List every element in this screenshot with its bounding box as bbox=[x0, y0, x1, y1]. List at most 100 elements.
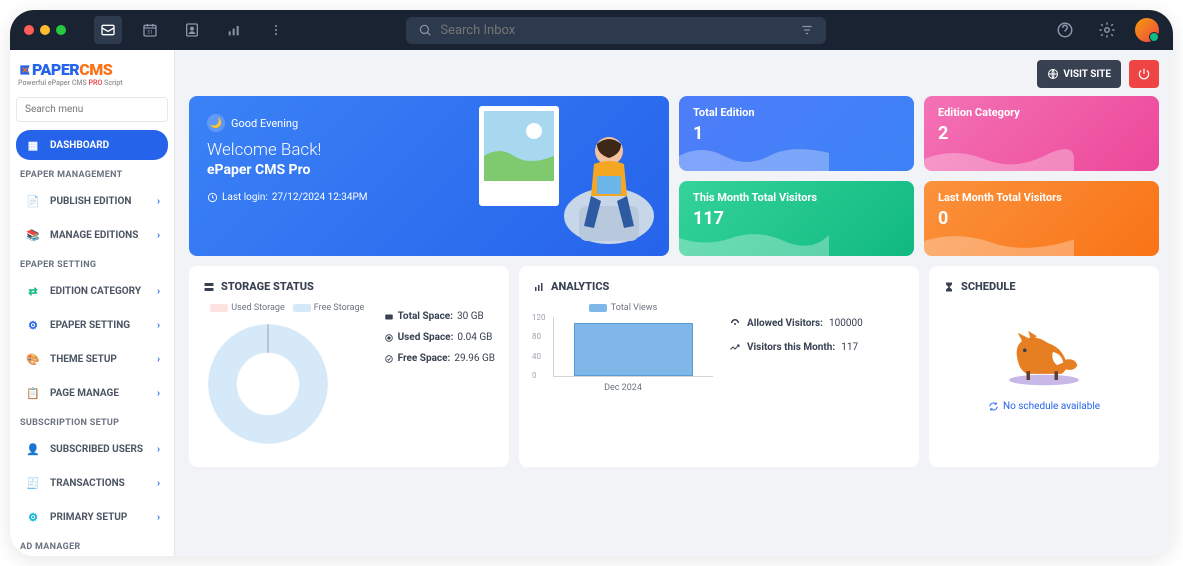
stat-label: This Month Total Visitors bbox=[693, 191, 900, 204]
nav-publish-edition[interactable]: 📄PUBLISH EDITION› bbox=[16, 186, 168, 216]
gauge-icon bbox=[729, 317, 741, 329]
target-icon bbox=[384, 333, 394, 343]
nav-subscribed-users[interactable]: 👤SUBSCRIBED USERS› bbox=[16, 434, 168, 464]
nav-page-manage[interactable]: 📋PAGE MANAGE› bbox=[16, 378, 168, 408]
chevron-right-icon: › bbox=[157, 354, 160, 365]
minimize-window-button[interactable] bbox=[40, 25, 50, 35]
sidebar: PAPERCMS Powerful ePaper CMS PRO Script … bbox=[10, 50, 175, 556]
contact-icon[interactable] bbox=[178, 16, 206, 44]
nav-dashboard[interactable]: ▦ DASHBOARD bbox=[16, 130, 168, 160]
nav-edition-category[interactable]: ⇄ EDITION CATEGORY › bbox=[16, 276, 168, 306]
storage-stats: Total Space: 30 GB Used Space: 0.04 GB F… bbox=[384, 303, 495, 453]
bar bbox=[574, 323, 693, 376]
check-icon bbox=[384, 354, 394, 364]
nav-header-epaper-setting: EPAPER SETTING bbox=[10, 252, 174, 274]
nav-label: SUBSCRIBED USERS bbox=[50, 444, 143, 455]
clock-icon bbox=[207, 192, 218, 203]
free-space: Free Space: 29.96 GB bbox=[384, 353, 495, 364]
nav-label: MANAGE EDITIONS bbox=[50, 230, 138, 241]
chevron-right-icon: › bbox=[157, 388, 160, 399]
help-icon[interactable] bbox=[1051, 16, 1079, 44]
user-avatar[interactable] bbox=[1135, 18, 1159, 42]
panel-title: ANALYTICS bbox=[533, 280, 905, 293]
maximize-window-button[interactable] bbox=[56, 25, 66, 35]
donut-wrap: Used Storage Free Storage bbox=[203, 303, 372, 453]
moon-icon: 🌙 bbox=[207, 114, 225, 132]
visit-site-button[interactable]: VISIT SITE bbox=[1037, 60, 1121, 88]
chevron-right-icon: › bbox=[157, 286, 160, 297]
transactions-icon: 🧾 bbox=[24, 474, 42, 492]
chevron-right-icon: › bbox=[157, 230, 160, 241]
chart-legend: Total Views bbox=[533, 303, 713, 313]
storage-body: Used Storage Free Storage Total Space: 3… bbox=[203, 303, 495, 453]
analytics-panel: ANALYTICS Total Views 12080400 Dec 2024 … bbox=[519, 266, 919, 467]
stats-grid: 🌙Good Evening Welcome Back! ePaper CMS P… bbox=[189, 96, 1159, 256]
nav-epaper-setting[interactable]: ⚙EPAPER SETTING› bbox=[16, 310, 168, 340]
settings-icon[interactable] bbox=[1093, 16, 1121, 44]
no-schedule-text: No schedule available bbox=[943, 401, 1145, 412]
more-icon[interactable] bbox=[262, 16, 290, 44]
panels-grid: STORAGE STATUS Used Storage Free Storage bbox=[189, 266, 1159, 467]
nav-primary-setup[interactable]: ⚙ PRIMARY SETUP › bbox=[16, 502, 168, 532]
welcome-card: 🌙Good Evening Welcome Back! ePaper CMS P… bbox=[189, 96, 669, 256]
stat-total-edition: Total Edition 1 bbox=[679, 96, 914, 171]
page-icon: 📋 bbox=[24, 384, 42, 402]
stat-label: Edition Category bbox=[938, 106, 1145, 119]
search-input[interactable] bbox=[440, 23, 792, 38]
main-content: VISIT SITE 🌙Good Evening Welcome Back! e… bbox=[175, 50, 1173, 556]
power-button[interactable] bbox=[1129, 60, 1159, 88]
total-space: Total Space: 30 GB bbox=[384, 311, 495, 322]
manage-icon: 📚 bbox=[24, 226, 42, 244]
inbox-icon[interactable] bbox=[94, 16, 122, 44]
setup-icon: ⚙ bbox=[24, 508, 42, 526]
browser-window: 31 PAPERCMS Powerful ePaper CMS PRO Scri… bbox=[10, 10, 1173, 556]
legend-free: Free Storage bbox=[293, 303, 365, 313]
nav-header-epaper-mgmt: EPAPER MANAGEMENT bbox=[10, 162, 174, 184]
nav-label: TRANSACTIONS bbox=[50, 478, 125, 489]
logo-subtitle: Powerful ePaper CMS PRO Script bbox=[18, 79, 166, 87]
panel-title: SCHEDULE bbox=[943, 280, 1145, 293]
hourglass-icon bbox=[943, 281, 955, 293]
logo-text: PAPERCMS bbox=[18, 60, 166, 79]
refresh-icon bbox=[988, 401, 999, 412]
nav-label: EDITION CATEGORY bbox=[50, 286, 141, 297]
stat-label: Last Month Total Visitors bbox=[938, 191, 1145, 204]
os-topbar: 31 bbox=[10, 10, 1173, 50]
nav-manage-editions[interactable]: 📚 MANAGE EDITIONS › bbox=[16, 220, 168, 250]
chevron-right-icon: › bbox=[157, 512, 160, 523]
nav-label: PRIMARY SETUP bbox=[50, 512, 127, 523]
bar-chart: 12080400 bbox=[553, 317, 713, 377]
theme-icon: 🎨 bbox=[24, 350, 42, 368]
category-icon: ⇄ bbox=[24, 282, 42, 300]
logo: PAPERCMS Powerful ePaper CMS PRO Script bbox=[10, 50, 174, 91]
page-header: VISIT SITE bbox=[189, 60, 1159, 88]
chevron-right-icon: › bbox=[157, 320, 160, 331]
fox-illustration bbox=[999, 317, 1089, 387]
calendar-icon[interactable]: 31 bbox=[136, 16, 164, 44]
nav-theme-setup[interactable]: 🎨 THEME SETUP › bbox=[16, 344, 168, 374]
x-axis-label: Dec 2024 bbox=[533, 383, 713, 393]
chevron-right-icon: › bbox=[157, 196, 160, 207]
analytics-icon[interactable] bbox=[220, 16, 248, 44]
bar-chart-area: Total Views 12080400 Dec 2024 bbox=[533, 303, 713, 393]
close-window-button[interactable] bbox=[24, 25, 34, 35]
nav-label: DASHBOARD bbox=[50, 140, 109, 151]
menu-search-input[interactable] bbox=[16, 97, 168, 122]
search-bar[interactable] bbox=[406, 17, 826, 44]
reading-illustration bbox=[479, 106, 659, 246]
stat-month-visitors: This Month Total Visitors 117 bbox=[679, 181, 914, 256]
filter-icon[interactable] bbox=[800, 23, 814, 37]
nav-label: THEME SETUP bbox=[50, 354, 117, 365]
topbar-right bbox=[1051, 16, 1159, 44]
nav-transactions[interactable]: 🧾TRANSACTIONS› bbox=[16, 468, 168, 498]
wave-decoration bbox=[924, 141, 1074, 171]
disk-icon bbox=[384, 312, 394, 322]
nav-header-subscription: SUBSCRIPTION SETUP bbox=[10, 410, 174, 432]
schedule-panel: SCHEDULE No sche bbox=[929, 266, 1159, 467]
storage-panel: STORAGE STATUS Used Storage Free Storage bbox=[189, 266, 509, 467]
logo-icon bbox=[18, 63, 32, 77]
allowed-visitors: Allowed Visitors: 100000 bbox=[729, 317, 863, 329]
grid-icon: ▦ bbox=[24, 136, 42, 154]
nav-label: PUBLISH EDITION bbox=[50, 196, 131, 207]
traffic-lights bbox=[24, 25, 66, 35]
